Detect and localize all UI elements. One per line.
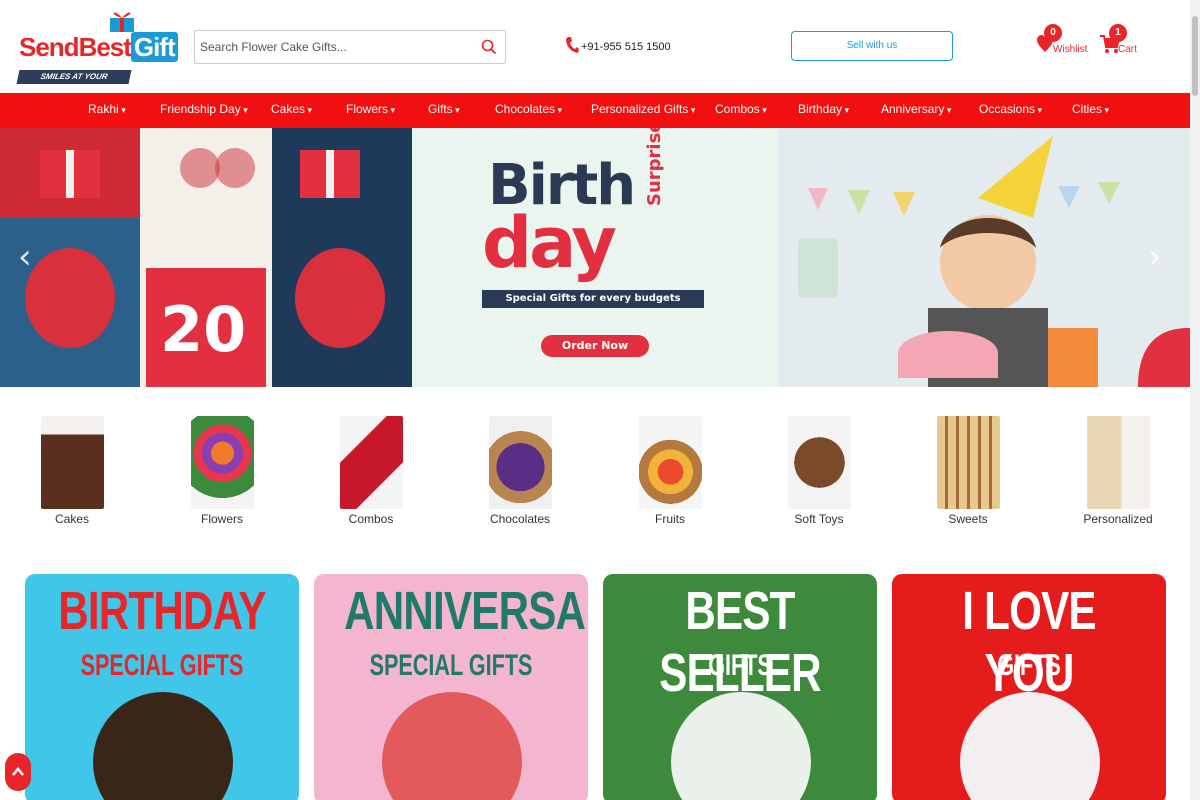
banner-next-arrow[interactable]: › — [1148, 240, 1168, 274]
promo-subtitle: SPECIAL GIFTS — [80, 649, 244, 682]
banner-photo-panel: › — [778, 128, 1190, 387]
promo-card-best-seller[interactable]: BEST SELLER GIFTS — [603, 574, 877, 800]
personalized-image — [1086, 416, 1150, 509]
banner-title-line2: day — [482, 202, 617, 284]
banner-title-side: Surprises — [644, 128, 665, 206]
logo-tagline: SMILES AT YOUR DOORSTEP — [16, 70, 132, 95]
cart-count-badge: 1 — [1109, 24, 1127, 42]
category-cakes[interactable]: Cakes — [12, 416, 132, 528]
logo-wordmark: SendBest Gift — [19, 32, 178, 63]
nav-item-personalized-gifts[interactable]: Personalized Gifts — [591, 93, 695, 128]
order-now-button[interactable]: Order Now — [541, 335, 649, 357]
promo-card-i-love-you[interactable]: I LOVE YOU GIFTS — [892, 574, 1166, 800]
nav-item-rakhi[interactable]: Rakhi — [88, 93, 126, 128]
category-label: Combos — [348, 512, 394, 526]
category-combos[interactable]: Combos — [311, 416, 431, 528]
promo-image — [960, 692, 1100, 800]
search-box — [194, 30, 506, 64]
category-soft-toys[interactable]: Soft Toys — [759, 416, 879, 528]
category-label: Sweets — [948, 512, 988, 526]
category-label: Chocolates — [489, 512, 551, 526]
promo-title: BIRTHDAY — [58, 581, 266, 641]
scroll-to-top-button[interactable] — [5, 753, 31, 791]
soft-toys-image — [787, 416, 851, 509]
category-flowers[interactable]: Flowers — [162, 416, 282, 528]
birthday-kid-photo — [778, 128, 1190, 387]
flowers-image — [190, 416, 254, 509]
nav-item-cities[interactable]: Cities — [1072, 93, 1109, 128]
calendar-number: 20 — [160, 293, 247, 366]
category-chocolates[interactable]: Chocolates — [460, 416, 580, 528]
nav-item-anniversary[interactable]: Anniversary — [881, 93, 951, 128]
wishlist-count-badge: 0 — [1044, 24, 1062, 42]
promo-title: BEST SELLER — [659, 581, 821, 703]
promo-subtitle: GIFTS — [997, 649, 1061, 682]
sweets-image — [936, 416, 1000, 509]
nav-item-cakes[interactable]: Cakes — [271, 93, 312, 128]
combos-image — [339, 416, 403, 509]
nav-item-gifts[interactable]: Gifts — [428, 93, 460, 128]
banner-subtitle: Special Gifts for every budgets — [482, 290, 704, 308]
chocolates-image — [488, 416, 552, 509]
page-scrollbar[interactable] — [1190, 0, 1200, 800]
promo-image — [93, 692, 233, 800]
wishlist-label: Wishlist — [1053, 44, 1088, 55]
promo-subtitle: SPECIAL GIFTS — [369, 649, 533, 682]
nav-item-chocolates[interactable]: Chocolates — [495, 93, 562, 128]
scrollbar-thumb[interactable] — [1192, 16, 1198, 96]
hero-banner[interactable]: 20 ‹ Birth day Surprises Special Gifts f… — [0, 128, 1190, 387]
wishlist-link[interactable]: 0 Wishlist — [1037, 22, 1087, 58]
cart-label: Cart — [1118, 44, 1137, 55]
sell-with-us-button[interactable]: Sell with us — [791, 31, 953, 61]
gift-bow-icon — [110, 12, 134, 32]
phone-number: +91-955 515 1500 — [581, 41, 671, 53]
category-fruits[interactable]: Fruits — [610, 416, 730, 528]
category-strip: Cakes Flowers Combos Chocolates Fruits S… — [0, 416, 1190, 536]
fruits-image — [638, 416, 702, 509]
category-sweets[interactable]: Sweets — [908, 416, 1028, 528]
category-label: Soft Toys — [794, 512, 844, 526]
site-logo[interactable]: SendBest Gift SMILES AT YOUR DOORSTEP — [16, 8, 178, 95]
nav-item-flowers[interactable]: Flowers — [346, 93, 395, 128]
promo-subtitle: GIFTS — [708, 649, 772, 682]
phone-contact[interactable]: +91-955 515 1500 — [565, 36, 671, 54]
chevron-up-icon — [12, 767, 24, 776]
nav-item-occasions[interactable]: Occasions — [979, 93, 1042, 128]
nav-item-friendship-day[interactable]: Friendship Day — [160, 93, 248, 128]
promo-image — [671, 692, 811, 800]
site-header: SendBestGift SMILES AT YOUR DOORSTEP +91… — [0, 0, 1190, 95]
category-label: Fruits — [655, 512, 685, 526]
main-nav: Rakhi Friendship Day Cakes Flowers Gifts… — [0, 93, 1190, 128]
promo-image — [382, 692, 522, 800]
promo-card-anniversary[interactable]: ANNIVERSARY SPECIAL GIFTS — [314, 574, 588, 800]
promo-card-birthday[interactable]: BIRTHDAY SPECIAL GIFTS — [25, 574, 299, 800]
cakes-image — [40, 416, 104, 509]
nav-item-birthday[interactable]: Birthday — [798, 93, 849, 128]
category-personalized[interactable]: Personalized — [1058, 416, 1178, 528]
promo-title: I LOVE YOU — [962, 581, 1096, 703]
phone-icon — [566, 37, 579, 53]
banner-text-panel: Birth day Surprises Special Gifts for ev… — [412, 128, 778, 387]
category-label: Cakes — [54, 512, 89, 526]
banner-gift-pattern: 20 ‹ — [0, 128, 412, 387]
search-icon[interactable] — [481, 39, 497, 55]
category-label: Personalized — [1083, 512, 1153, 526]
category-label: Flowers — [200, 512, 243, 526]
banner-prev-arrow[interactable]: ‹ — [18, 240, 38, 274]
promo-title: ANNIVERSARY — [344, 581, 588, 641]
nav-item-combos[interactable]: Combos — [715, 93, 767, 128]
search-input[interactable] — [195, 31, 465, 63]
cart-link[interactable]: 1 Cart — [1100, 22, 1140, 58]
